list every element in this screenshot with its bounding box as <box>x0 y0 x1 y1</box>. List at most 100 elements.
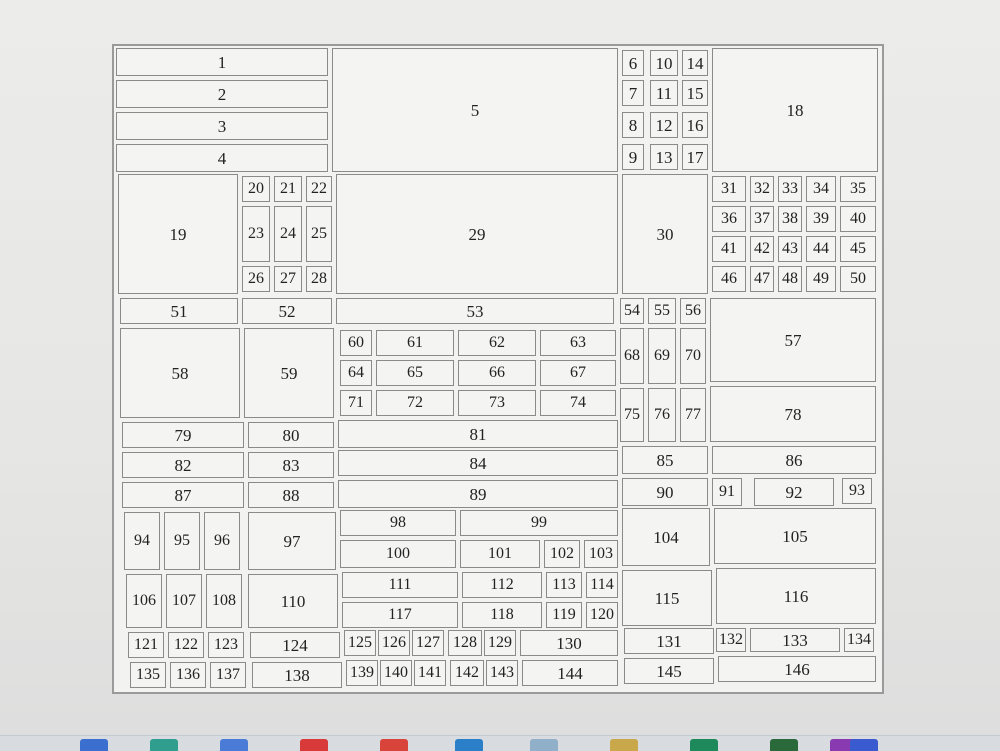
table-cell: 23 <box>242 206 270 262</box>
table-cell: 25 <box>306 206 332 262</box>
table-cell: 43 <box>778 236 802 262</box>
table-cell: 33 <box>778 176 802 202</box>
table-cell: 84 <box>338 450 618 476</box>
table-cell: 56 <box>680 298 706 324</box>
table-cell: 136 <box>170 662 206 688</box>
table-cell: 4 <box>116 144 328 172</box>
table-cell: 139 <box>346 660 378 686</box>
app-icon-10[interactable] <box>770 739 798 751</box>
table-cell: 38 <box>778 206 802 232</box>
numbered-table: 1 2 3 4 5 6 7 8 9 10 11 12 13 14 15 16 1… <box>112 44 884 694</box>
table-cell: 83 <box>248 452 334 478</box>
table-cell: 55 <box>648 298 676 324</box>
table-cell: 115 <box>622 570 712 626</box>
table-cell: 42 <box>750 236 774 262</box>
taskbar <box>0 735 1000 751</box>
table-cell: 144 <box>522 660 618 686</box>
app-icon-3[interactable] <box>220 739 248 751</box>
table-cell: 102 <box>544 540 580 568</box>
table-cell: 87 <box>122 482 244 508</box>
table-cell: 89 <box>338 480 618 508</box>
table-cell: 22 <box>306 176 332 202</box>
table-cell: 112 <box>462 572 542 598</box>
table-cell: 9 <box>622 144 644 170</box>
table-cell: 123 <box>208 632 244 658</box>
app-icon-5[interactable] <box>380 739 408 751</box>
app-icon-4[interactable] <box>300 739 328 751</box>
table-cell: 100 <box>340 540 456 568</box>
table-cell: 32 <box>750 176 774 202</box>
table-cell: 121 <box>128 632 164 658</box>
table-cell: 113 <box>546 572 582 598</box>
table-cell: 21 <box>274 176 302 202</box>
table-cell: 103 <box>584 540 618 568</box>
table-cell: 126 <box>378 630 410 656</box>
table-cell: 15 <box>682 80 708 106</box>
table-cell: 41 <box>712 236 746 262</box>
table-cell: 127 <box>412 630 444 656</box>
table-cell: 75 <box>620 388 644 442</box>
table-cell: 62 <box>458 330 536 356</box>
table-cell: 24 <box>274 206 302 262</box>
table-cell: 73 <box>458 390 536 416</box>
table-cell: 13 <box>650 144 678 170</box>
table-cell: 128 <box>448 630 482 656</box>
table-cell: 104 <box>622 508 710 566</box>
table-cell: 134 <box>844 628 874 652</box>
table-cell: 69 <box>648 328 676 384</box>
table-cell: 131 <box>624 628 714 654</box>
app-icon-2[interactable] <box>150 739 178 751</box>
table-cell: 66 <box>458 360 536 386</box>
app-icon-6[interactable] <box>455 739 483 751</box>
table-cell: 53 <box>336 298 614 324</box>
app-icon-12[interactable] <box>850 739 878 751</box>
table-cell: 1 <box>116 48 328 76</box>
table-cell: 50 <box>840 266 876 292</box>
table-cell: 81 <box>338 420 618 448</box>
app-icon-8[interactable] <box>610 739 638 751</box>
table-cell: 96 <box>204 512 240 570</box>
table-cell: 3 <box>116 112 328 140</box>
table-cell: 130 <box>520 630 618 656</box>
table-cell: 99 <box>460 510 618 536</box>
table-cell: 117 <box>342 602 458 628</box>
table-cell: 114 <box>586 572 618 598</box>
table-cell: 94 <box>124 512 160 570</box>
desktop-background: 1 2 3 4 5 6 7 8 9 10 11 12 13 14 15 16 1… <box>0 0 1000 735</box>
table-cell: 60 <box>340 330 372 356</box>
table-cell: 101 <box>460 540 540 568</box>
table-cell: 111 <box>342 572 458 598</box>
table-cell: 18 <box>712 48 878 172</box>
app-icon-7[interactable] <box>530 739 558 751</box>
table-cell: 45 <box>840 236 876 262</box>
table-cell: 70 <box>680 328 706 384</box>
table-cell: 11 <box>650 80 678 106</box>
table-cell: 26 <box>242 266 270 292</box>
table-cell: 74 <box>540 390 616 416</box>
table-cell: 143 <box>486 660 518 686</box>
table-cell: 146 <box>718 656 876 682</box>
table-cell: 116 <box>716 568 876 624</box>
table-cell: 27 <box>274 266 302 292</box>
table-cell: 108 <box>206 574 242 628</box>
app-icon-9[interactable] <box>690 739 718 751</box>
table-cell: 12 <box>650 112 678 138</box>
table-cell: 86 <box>712 446 876 474</box>
table-cell: 88 <box>248 482 334 508</box>
table-cell: 138 <box>252 662 342 688</box>
table-cell: 2 <box>116 80 328 108</box>
table-cell: 17 <box>682 144 708 170</box>
table-cell: 35 <box>840 176 876 202</box>
table-cell: 142 <box>450 660 484 686</box>
table-cell: 39 <box>806 206 836 232</box>
table-cell: 90 <box>622 478 708 506</box>
table-cell: 140 <box>380 660 412 686</box>
table-cell: 63 <box>540 330 616 356</box>
app-icon-1[interactable] <box>80 739 108 751</box>
table-cell: 34 <box>806 176 836 202</box>
table-cell: 19 <box>118 174 238 294</box>
table-cell: 58 <box>120 328 240 418</box>
table-cell: 82 <box>122 452 244 478</box>
table-cell: 6 <box>622 50 644 76</box>
table-cell: 95 <box>164 512 200 570</box>
